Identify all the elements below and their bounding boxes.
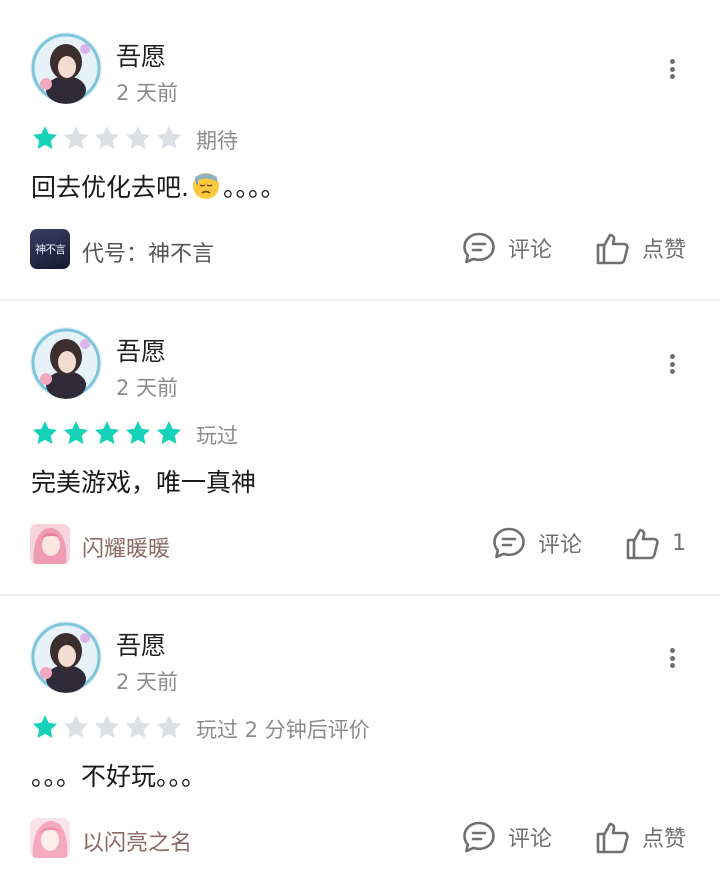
comment-button[interactable]: 评论 bbox=[490, 524, 582, 562]
star-icon bbox=[63, 421, 89, 444]
username[interactable]: 吾愿 bbox=[116, 332, 166, 368]
thumbs-up-icon bbox=[596, 233, 629, 265]
star-rating bbox=[31, 713, 183, 741]
star-icon bbox=[156, 715, 182, 738]
in-the-name-of-shine-game-icon[interactable] bbox=[30, 818, 70, 858]
game-name[interactable]: 闪耀暖暖 bbox=[82, 531, 170, 563]
avatar[interactable] bbox=[30, 621, 102, 693]
like-count: 1 bbox=[672, 530, 686, 556]
thumbs-up-icon bbox=[596, 822, 629, 854]
star-icon bbox=[94, 715, 120, 738]
review-card[interactable]: 吾愿 2 天前 玩过 2 分钟后评价 。。。不好玩。。。 以闪亮之名 评论 点赞 bbox=[0, 589, 720, 883]
star-icon bbox=[94, 421, 120, 444]
review-content[interactable]: 回去优化去吧. 。。。。 bbox=[31, 168, 285, 204]
review-card[interactable]: 吾愿 2 天前 玩过 完美游戏，唯一真神 闪耀暖暖 评论 1 bbox=[0, 295, 720, 595]
more-vertical-icon[interactable] bbox=[660, 352, 684, 376]
review-time: 2 天前 bbox=[116, 81, 179, 105]
like-button[interactable]: 点赞 bbox=[594, 818, 686, 856]
review-time: 2 天前 bbox=[116, 376, 179, 400]
more-vertical-icon[interactable] bbox=[660, 646, 684, 670]
comment-label: 评论 bbox=[508, 827, 553, 852]
review-time: 2 天前 bbox=[116, 670, 179, 694]
username[interactable]: 吾愿 bbox=[116, 626, 166, 662]
game-name[interactable]: 代号：神不言 bbox=[82, 236, 214, 268]
like-button[interactable]: 点赞 bbox=[594, 229, 686, 267]
more-vertical-icon[interactable] bbox=[660, 57, 684, 81]
game-icon-label: 神不言 bbox=[35, 243, 66, 256]
star-icon bbox=[32, 715, 58, 738]
review-text: 。。。不好玩。。。 bbox=[31, 762, 207, 791]
star-icon bbox=[125, 715, 151, 738]
play-status: 玩过 bbox=[196, 424, 238, 448]
review-card[interactable]: 吾愿 2 天前 期待 回去优化去吧. 。。。。 神不言 代号：神不言 评论 点赞 bbox=[0, 0, 720, 300]
like-label: 点赞 bbox=[642, 238, 687, 263]
star-icon bbox=[32, 421, 58, 444]
comment-label: 评论 bbox=[538, 533, 583, 558]
comment-button[interactable]: 评论 bbox=[460, 818, 552, 856]
review-text: 完美游戏，唯一真神 bbox=[31, 468, 257, 497]
star-icon bbox=[125, 421, 151, 444]
like-button[interactable]: 1 bbox=[624, 524, 686, 562]
star-icon bbox=[32, 126, 58, 149]
star-icon bbox=[156, 126, 182, 149]
username[interactable]: 吾愿 bbox=[116, 37, 166, 73]
downcast-sweat-emoji-icon bbox=[192, 173, 219, 199]
comment-bubble-icon bbox=[463, 821, 495, 853]
avatar[interactable] bbox=[30, 32, 102, 104]
star-icon bbox=[63, 715, 89, 738]
comment-bubble-icon bbox=[493, 527, 525, 559]
review-content[interactable]: 。。。不好玩。。。 bbox=[31, 757, 206, 793]
comment-button[interactable]: 评论 bbox=[460, 229, 552, 267]
shining-nikki-game-icon[interactable] bbox=[30, 524, 70, 564]
play-status: 玩过 2 分钟后评价 bbox=[196, 718, 370, 742]
thumbs-up-icon bbox=[626, 528, 659, 560]
play-status: 期待 bbox=[196, 129, 238, 153]
star-rating bbox=[31, 124, 183, 152]
shen-bu-yan-game-icon[interactable]: 神不言 bbox=[30, 229, 70, 269]
review-text: 回去优化去吧. bbox=[31, 173, 189, 202]
comment-label: 评论 bbox=[508, 238, 553, 263]
review-text-suffix: 。。。。 bbox=[222, 173, 286, 202]
review-content[interactable]: 完美游戏，唯一真神 bbox=[31, 463, 256, 499]
star-rating bbox=[31, 419, 183, 447]
like-label: 点赞 bbox=[642, 827, 687, 852]
avatar[interactable] bbox=[30, 327, 102, 399]
star-icon bbox=[125, 126, 151, 149]
star-icon bbox=[156, 421, 182, 444]
comment-bubble-icon bbox=[463, 232, 495, 264]
game-name[interactable]: 以闪亮之名 bbox=[82, 825, 192, 857]
star-icon bbox=[94, 126, 120, 149]
star-icon bbox=[63, 126, 89, 149]
